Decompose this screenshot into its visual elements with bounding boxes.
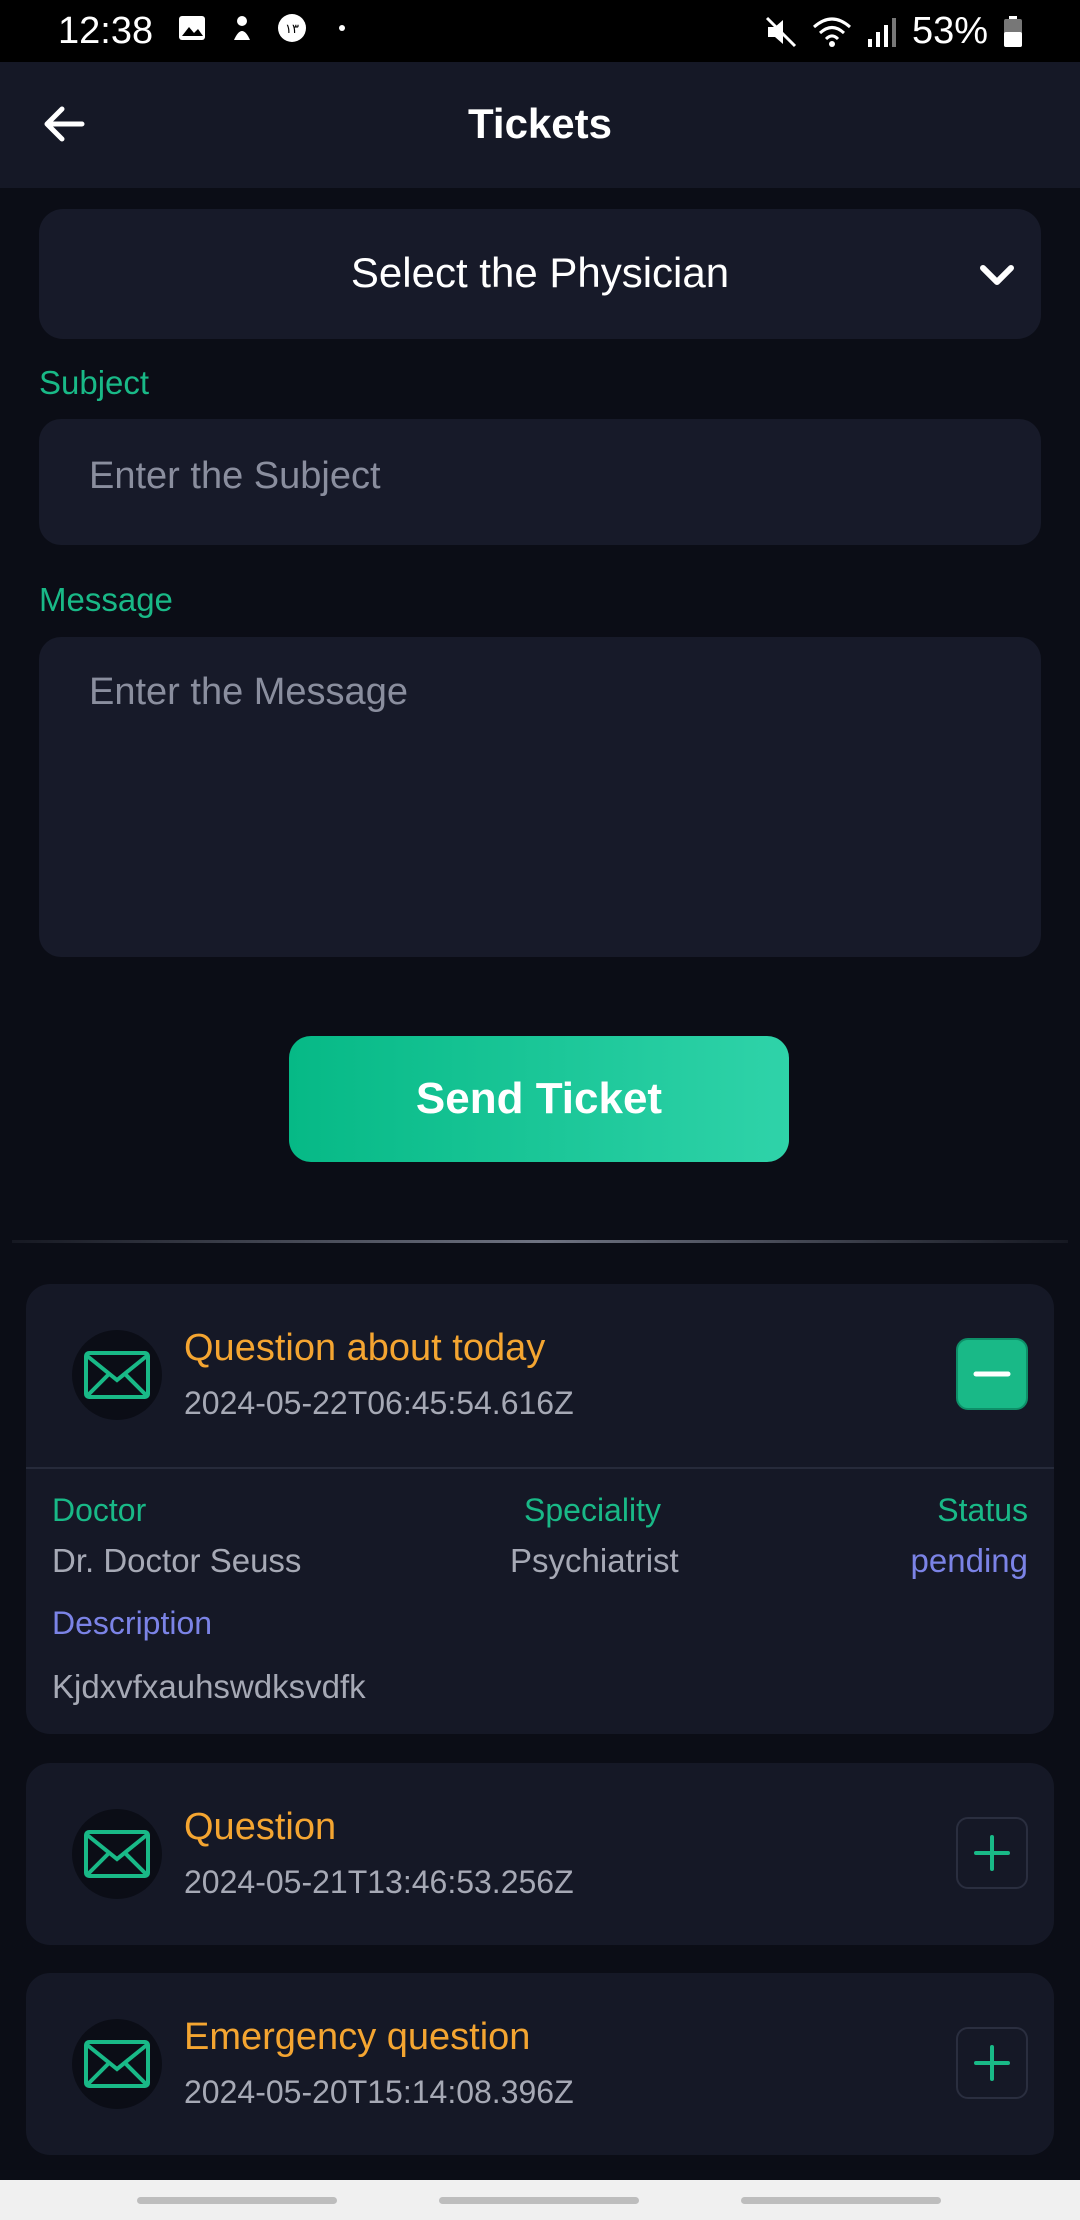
- system-icons: 53%: [764, 10, 1024, 53]
- dot-icon: [339, 25, 345, 31]
- status-bar: 12:38 ١٣ 53%: [0, 0, 1080, 62]
- notification-icons: ١٣: [176, 12, 358, 44]
- battery-percent: 53%: [911, 10, 988, 52]
- mail-icon-avatar: [72, 1330, 162, 1420]
- ticket-date: 2024-05-21T13:46:53.256Z: [184, 1864, 574, 1900]
- message-label: Message: [39, 581, 173, 618]
- ticket-card[interactable]: Emergency question 2024-05-20T15:14:08.3…: [26, 1973, 1054, 2155]
- subject-input[interactable]: Enter the Subject: [39, 419, 1041, 545]
- mail-icon-avatar: [72, 1809, 162, 1899]
- mail-icon: [84, 2040, 150, 2088]
- description-label: Description: [52, 1605, 213, 1641]
- mail-icon-avatar: [72, 2019, 162, 2109]
- ticket-title: Emergency question: [184, 2016, 531, 2058]
- nav-recent-button[interactable]: [137, 2197, 337, 2204]
- message-placeholder: Enter the Message: [89, 671, 408, 713]
- ticket-date: 2024-05-20T15:14:08.396Z: [184, 2074, 574, 2110]
- mail-icon: [84, 1830, 150, 1878]
- battery-icon: [1004, 15, 1022, 47]
- svg-text:١٣: ١٣: [285, 22, 299, 37]
- notification-icon: [234, 16, 250, 40]
- image-icon: [179, 16, 205, 40]
- page-title: Tickets: [468, 100, 612, 147]
- plus-icon: [974, 1835, 1010, 1871]
- physician-select-label: Select the Physician: [350, 249, 730, 296]
- description-value: Kjdxvfxauhswdksvdfk: [52, 1668, 366, 1705]
- speciality-label: Speciality: [524, 1492, 661, 1528]
- mail-icon: [84, 1351, 150, 1399]
- plus-icon: [974, 2045, 1010, 2081]
- mute-icon: [765, 16, 796, 47]
- badge-icon: ١٣: [278, 14, 306, 42]
- wifi-icon: [812, 17, 851, 47]
- nav-back-button[interactable]: [741, 2197, 941, 2204]
- minus-icon: [973, 1371, 1011, 1377]
- nav-home-button[interactable]: [439, 2197, 639, 2204]
- expand-button[interactable]: [956, 1817, 1028, 1889]
- status-badge: pending: [910, 1542, 1028, 1579]
- doctor-value: Dr. Doctor Seuss: [52, 1542, 302, 1579]
- subject-label: Subject: [39, 364, 150, 401]
- app-bar: Tickets: [0, 62, 1080, 188]
- ticket-card[interactable]: Question about today 2024-05-22T06:45:54…: [26, 1284, 1054, 1734]
- collapse-button[interactable]: [956, 1338, 1028, 1410]
- ticket-title: Question about today: [184, 1327, 546, 1369]
- doctor-label: Doctor: [52, 1492, 147, 1528]
- system-nav-bar: [0, 2180, 1080, 2220]
- ticket-date: 2024-05-22T06:45:54.616Z: [184, 1385, 574, 1421]
- card-separator: [26, 1467, 1054, 1469]
- message-input[interactable]: Enter the Message: [39, 637, 1041, 957]
- subject-placeholder: Enter the Subject: [89, 455, 381, 497]
- speciality-value: Psychiatrist: [510, 1542, 679, 1579]
- ticket-card[interactable]: Question 2024-05-21T13:46:53.256Z: [26, 1763, 1054, 1945]
- send-ticket-button[interactable]: Send Ticket: [289, 1036, 789, 1162]
- chevron-down-icon: [980, 265, 1014, 285]
- status-label: Status: [937, 1492, 1028, 1528]
- signal-icon: [867, 17, 896, 47]
- divider: [12, 1240, 1068, 1243]
- status-time: 12:38: [58, 10, 154, 52]
- ticket-title: Question: [184, 1806, 337, 1848]
- expand-button[interactable]: [956, 2027, 1028, 2099]
- physician-select[interactable]: Select the Physician: [39, 209, 1041, 339]
